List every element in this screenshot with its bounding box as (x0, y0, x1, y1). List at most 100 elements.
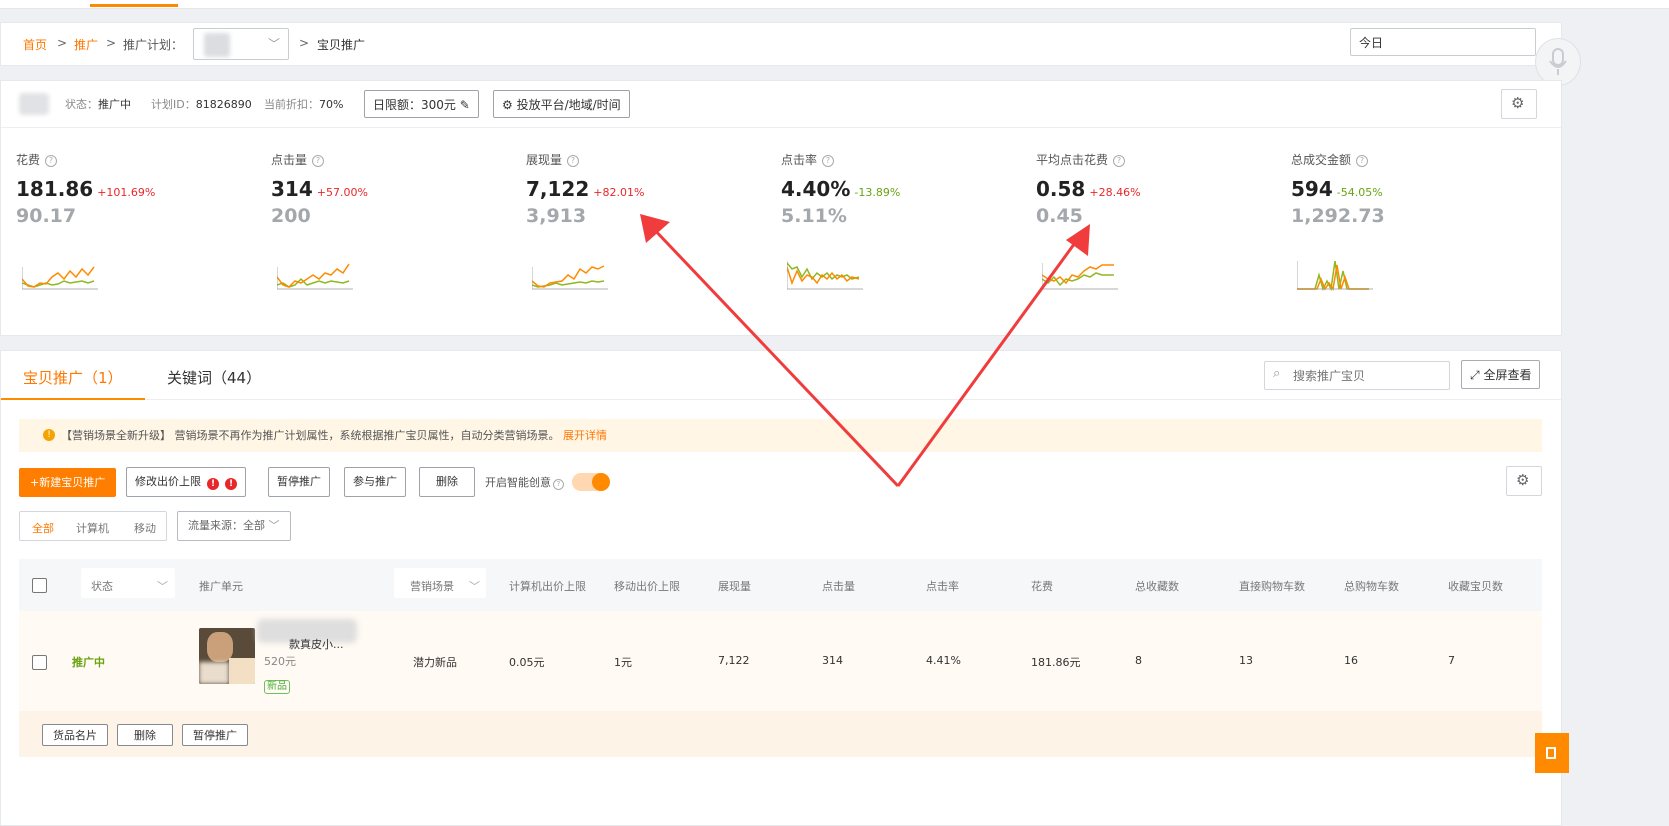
header-unit: 推广单元 (199, 580, 243, 593)
breadcrumb-separator: > (106, 36, 117, 50)
product-card-button[interactable]: 货品名片 (42, 724, 108, 746)
product-thumbnail[interactable] (199, 628, 255, 684)
header-cart-total[interactable]: 总购物车数 (1344, 578, 1399, 594)
header-fav-item[interactable]: 收藏宝贝数 (1448, 578, 1503, 594)
sparkline-chart (277, 263, 353, 290)
row-ctr: 4.41% (926, 654, 961, 667)
metric-change: +101.69% (97, 186, 156, 199)
new-item-promotion-button[interactable]: +新建宝贝推广 (19, 468, 117, 497)
feedback-float-button[interactable] (1535, 733, 1569, 773)
error-icon: ! (207, 478, 219, 490)
plan-select[interactable]: ﹀ (193, 28, 289, 60)
metric-value: 0.58 (1036, 177, 1086, 201)
traffic-source-select[interactable]: 流量来源：全部 ﹀ (177, 511, 291, 541)
tab-keywords[interactable]: 关键词（44） (167, 367, 261, 388)
help-icon[interactable]: ? (822, 155, 835, 167)
header-fav-total[interactable]: 总收藏数 (1135, 578, 1179, 594)
plan-settings-button[interactable]: ⚙ (1501, 89, 1537, 119)
metric-value: 4.40% (781, 177, 851, 201)
metric-value: 594 (1291, 177, 1333, 201)
metric-label: 平均点击花费 (1036, 153, 1109, 167)
product-title[interactable]: 款真皮小... (289, 636, 344, 652)
product-price: 520元 (264, 655, 296, 668)
header-mobile-bid[interactable]: 移动出价上限 (614, 578, 680, 594)
gear-icon: ⚙ (1511, 94, 1525, 112)
breadcrumb-home[interactable]: 首页 (23, 36, 47, 53)
row-action-bar: 货品名片 删除 暂停推广 (19, 711, 1542, 757)
help-icon[interactable]: ? (45, 155, 58, 167)
plan-discount: 当前折扣：70% (264, 98, 344, 111)
device-filter-all[interactable]: 全部 (32, 520, 54, 536)
row-fav-item: 7 (1448, 654, 1455, 667)
row-pause-button[interactable]: 暂停推广 (182, 724, 248, 746)
metric-clicks: 点击量? 314 +57.00% 200 (271, 151, 511, 321)
promotion-list-card: 宝贝推广（1） 关键词（44） ⌕ ⤢ 全屏查看 ! 【营销场景全新升级】 营销… (0, 350, 1562, 826)
breadcrumb-promo[interactable]: 推广 (74, 36, 98, 53)
row-pc-bid[interactable]: 0.05元 (509, 654, 545, 670)
header-pc-bid[interactable]: 计算机出价上限 (509, 578, 586, 594)
smart-creative-label: 开启智能创意? (485, 474, 564, 490)
pause-button[interactable]: 暂停推广 (268, 467, 330, 497)
row-impressions: 7,122 (718, 654, 750, 667)
header-ctr[interactable]: 点击率 (926, 578, 959, 594)
tab-item-promotion[interactable]: 宝贝推广（1） (23, 367, 123, 388)
notice-detail-link[interactable]: 展开详情 (563, 429, 607, 442)
metric-impressions: 展现量? 7,122 +82.01% 3,913 (526, 151, 766, 321)
metric-avg-cpc: 平均点击花费? 0.58 +28.46% 0.45 (1036, 151, 1276, 321)
date-range-select[interactable]: 今日 (1350, 28, 1536, 56)
metric-change: +28.46% (1089, 186, 1141, 199)
delete-button[interactable]: 删除 (419, 467, 475, 497)
metric-value: 7,122 (526, 177, 590, 201)
help-icon[interactable]: ? (567, 155, 580, 167)
search-input[interactable] (1291, 368, 1445, 384)
metric-change: -13.89% (854, 186, 901, 199)
sparkline-chart (1042, 263, 1118, 290)
sparkline-chart (532, 265, 608, 290)
help-icon[interactable]: ? (312, 155, 325, 167)
breadcrumb-current: 宝贝推广 (317, 38, 366, 52)
row-mobile-bid[interactable]: 1元 (614, 654, 632, 670)
toggle-knob (592, 473, 610, 491)
metric-gmv: 总成交金额? 594 -54.05% 1,292.73 (1291, 151, 1531, 321)
help-icon[interactable]: ? (1113, 155, 1126, 167)
chevron-down-icon: ﹀ (469, 580, 480, 593)
row-checkbox[interactable] (32, 655, 47, 670)
breadcrumb-plan-label: 推广计划： (123, 38, 184, 52)
breadcrumb-separator: > (57, 36, 68, 50)
metric-label: 展现量 (526, 153, 563, 167)
help-icon[interactable]: ? (1356, 155, 1369, 167)
metric-change: +57.00% (316, 186, 368, 199)
row-delete-button[interactable]: 删除 (117, 724, 173, 746)
sparkline-chart (787, 261, 863, 290)
device-filter-pc[interactable]: 计算机 (76, 520, 109, 536)
metric-previous: 5.11% (781, 205, 847, 227)
header-cost[interactable]: 花费 (1031, 578, 1053, 594)
header-cart-direct[interactable]: 直接购物车数 (1239, 578, 1305, 594)
metric-previous: 1,292.73 (1291, 205, 1385, 227)
warning-icon: ! (43, 429, 55, 441)
metric-value: 181.86 (16, 177, 94, 201)
plan-status-row: 状态：推广中 计划ID：81826890 当前折扣：70% 日限额：300元 ✎… (1, 81, 1561, 128)
header-impressions[interactable]: 展现量 (718, 578, 751, 594)
plan-status: 状态：推广中 (65, 98, 131, 111)
select-all-checkbox[interactable] (32, 578, 47, 593)
metric-label: 总成交金额 (1291, 153, 1352, 167)
table-settings-button[interactable]: ⚙ (1506, 466, 1542, 496)
gear-icon: ⚙ (1516, 471, 1530, 489)
placement-settings-button[interactable]: ⚙ 投放平台/地域/时间 (493, 90, 630, 118)
join-button[interactable]: 参与推广 (344, 467, 406, 497)
active-tab-indicator (1, 398, 145, 400)
edit-bid-cap-button[interactable]: 修改出价上限!! (126, 467, 246, 497)
header-clicks[interactable]: 点击量 (822, 578, 855, 594)
help-icon[interactable]: ? (553, 479, 564, 490)
gear-icon: ⚙ (502, 98, 513, 112)
metric-change: -54.05% (1336, 186, 1383, 199)
voice-assistant-button[interactable] (1535, 38, 1581, 86)
device-filter-mobile[interactable]: 移动 (134, 520, 156, 536)
active-nav-indicator (90, 4, 178, 7)
top-nav-bar (0, 0, 1669, 9)
row-fav-total: 8 (1135, 654, 1142, 667)
smart-creative-toggle[interactable] (572, 473, 610, 491)
fullscreen-button[interactable]: ⤢ 全屏查看 (1461, 360, 1541, 389)
daily-budget-button[interactable]: 日限额：300元 ✎ (364, 90, 479, 118)
